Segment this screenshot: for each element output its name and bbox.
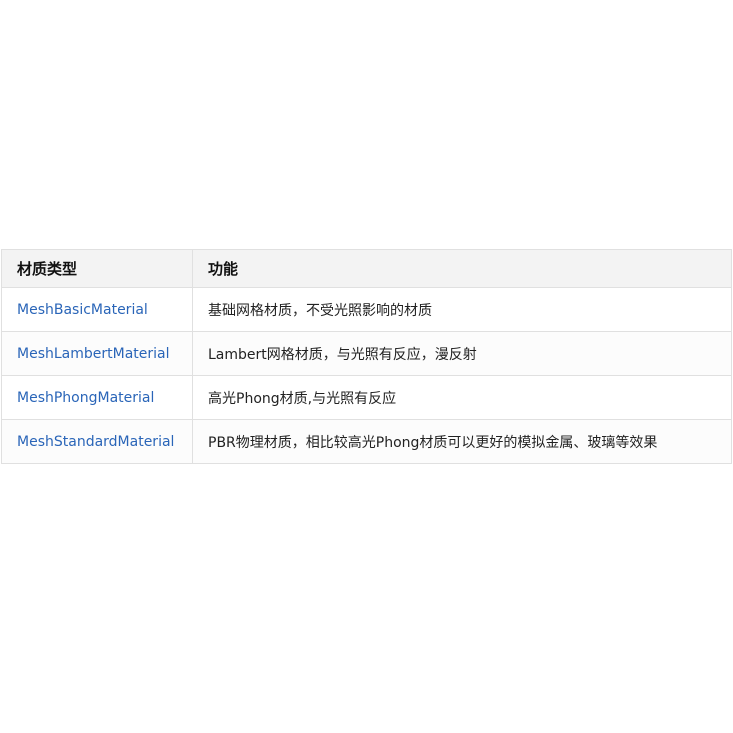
table-row: MeshPhongMaterial 高光Phong材质,与光照有反应	[1, 375, 732, 420]
material-type-cell: MeshLambertMaterial	[1, 331, 193, 376]
material-link[interactable]: MeshBasicMaterial	[17, 302, 148, 318]
table-row: MeshLambertMaterial Lambert网格材质，与光照有反应，漫…	[1, 331, 732, 376]
header-function: 功能	[192, 249, 732, 288]
header-material-type: 材质类型	[1, 249, 193, 288]
material-type-cell: MeshPhongMaterial	[1, 375, 193, 420]
table-row: MeshStandardMaterial PBR物理材质，相比较高光Phong材…	[1, 419, 732, 464]
table-row: MeshBasicMaterial 基础网格材质，不受光照影响的材质	[1, 287, 732, 332]
function-cell: 基础网格材质，不受光照影响的材质	[192, 287, 732, 332]
page: 材质类型 功能 MeshBasicMaterial 基础网格材质，不受光照影响的…	[0, 0, 733, 733]
material-type-cell: MeshStandardMaterial	[1, 419, 193, 464]
table-header-row: 材质类型 功能	[1, 249, 732, 288]
function-cell: PBR物理材质，相比较高光Phong材质可以更好的模拟金属、玻璃等效果	[192, 419, 732, 464]
material-link[interactable]: MeshPhongMaterial	[17, 390, 154, 406]
material-link[interactable]: MeshLambertMaterial	[17, 346, 170, 362]
material-table: 材质类型 功能 MeshBasicMaterial 基础网格材质，不受光照影响的…	[1, 249, 732, 464]
function-cell: 高光Phong材质,与光照有反应	[192, 375, 732, 420]
function-cell: Lambert网格材质，与光照有反应，漫反射	[192, 331, 732, 376]
material-type-cell: MeshBasicMaterial	[1, 287, 193, 332]
material-link[interactable]: MeshStandardMaterial	[17, 434, 174, 450]
